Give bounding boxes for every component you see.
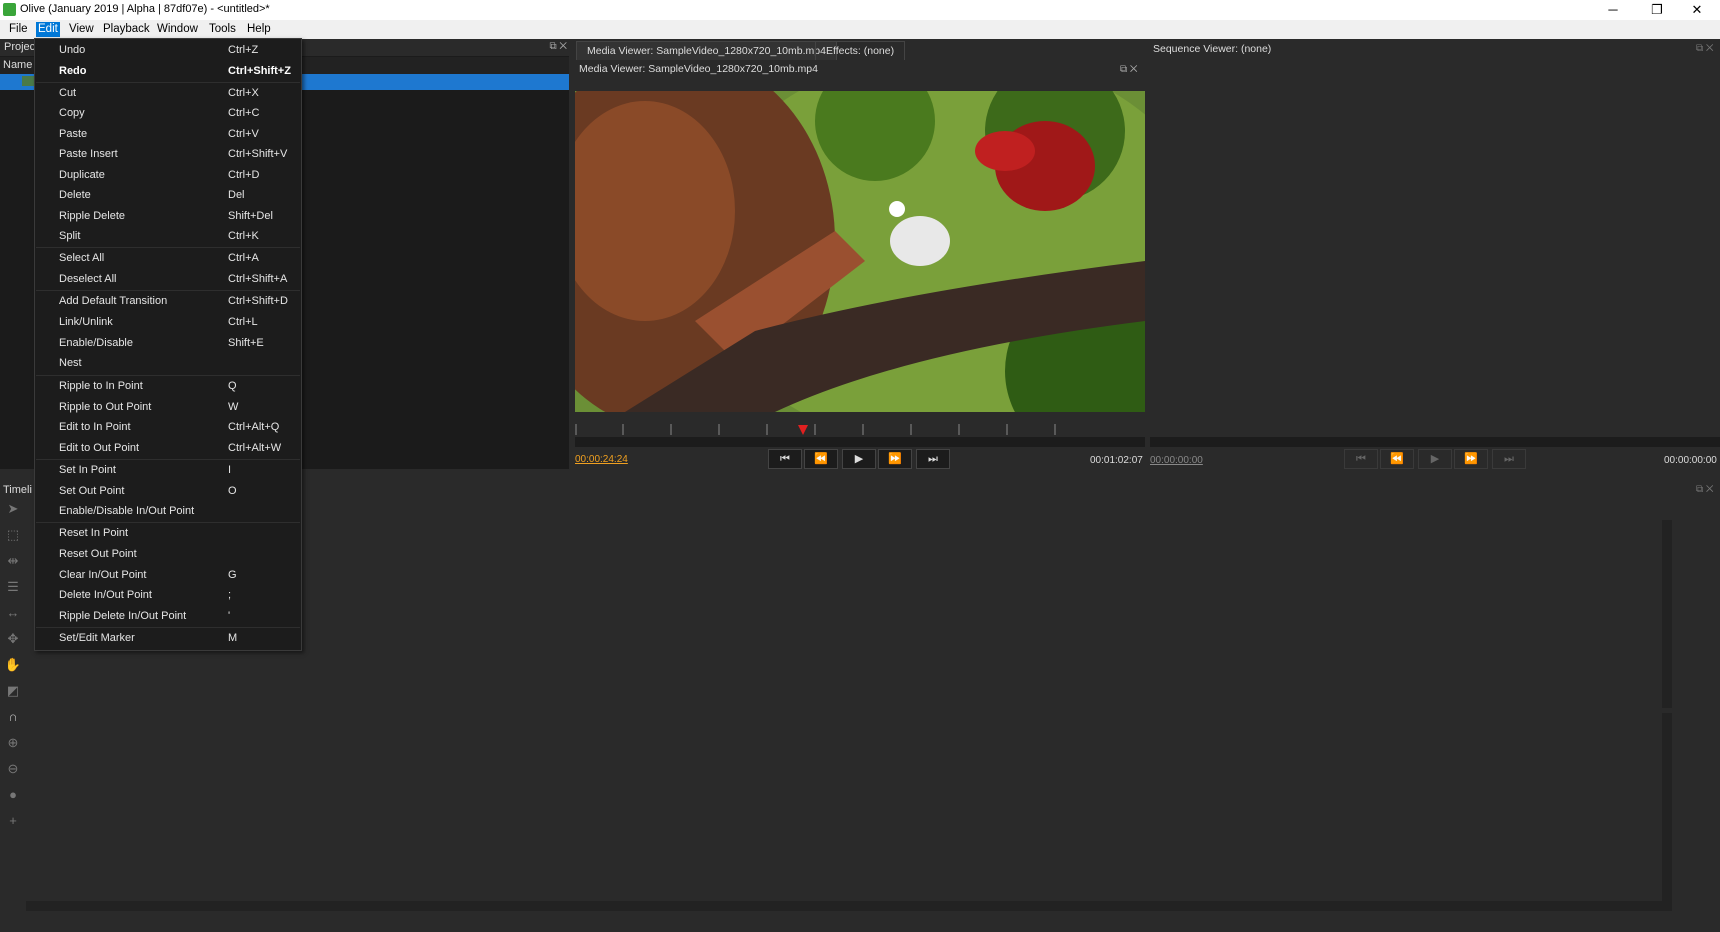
sequence-current-timecode[interactable]: 00:00:00:00 — [1150, 455, 1203, 466]
hand-tool-icon[interactable]: ✋ — [2, 654, 24, 676]
snapping-tool-icon[interactable]: ∩ — [2, 706, 24, 728]
menu-item-split[interactable]: Split Ctrl+K — [35, 226, 301, 246]
select-tool-icon[interactable]: ⬚ — [2, 524, 24, 546]
minimize-button[interactable]: ─ — [1590, 1, 1636, 19]
sequence-horizontal-scrollbar[interactable] — [1150, 437, 1720, 447]
menu-item-redo[interactable]: Redo Ctrl+Shift+Z — [35, 61, 301, 81]
timeline-title: Timeli — [3, 484, 32, 496]
menu-item-edit-to-out-point[interactable]: Edit to Out Point Ctrl+Alt+W — [35, 438, 301, 458]
menu-item-nest[interactable]: Nest — [35, 353, 301, 373]
go-to-end-button[interactable]: ⏭ — [916, 449, 950, 469]
menu-item-ripple-to-out-point[interactable]: Ripple to Out Point W — [35, 397, 301, 417]
menu-item-ripple-to-in-point[interactable]: Ripple to In Point Q — [35, 376, 301, 396]
menu-item-enable-disable-in-out-point[interactable]: Enable/Disable In/Out Point — [35, 501, 301, 521]
menu-item-paste[interactable]: Paste Ctrl+V — [35, 124, 301, 144]
menu-item-delete[interactable]: Delete Del — [35, 185, 301, 205]
menu-item-enable-disable[interactable]: Enable/Disable Shift+E — [35, 333, 301, 353]
video-frame-image — [575, 91, 1145, 412]
menu-view[interactable]: View — [67, 22, 96, 37]
olive-logo-icon — [3, 3, 16, 16]
video-frame — [575, 91, 1145, 412]
seq-fast-forward-button[interactable]: ⏩ — [1454, 449, 1488, 469]
transition-tool-icon[interactable]: ◩ — [2, 680, 24, 702]
menu-item-clear-in-out-point[interactable]: Clear In/Out Point G — [35, 565, 301, 585]
menu-item-reset-out-point[interactable]: Reset Out Point — [35, 544, 301, 564]
sequence-viewer-panel: Sequence Viewer: (none) ⧉ ✕ — [1150, 39, 1720, 476]
go-to-start-button[interactable]: ⏮ — [768, 449, 802, 469]
menu-item-ripple-delete-in-out-point[interactable]: Ripple Delete In/Out Point ' — [35, 606, 301, 626]
edit-menu: Undo Ctrl+Z Redo Ctrl+Shift+Z Cut Ctrl+X Co… — [34, 38, 302, 651]
playhead-marker — [798, 425, 808, 435]
menu-item-ripple-delete[interactable]: Ripple Delete Shift+Del — [35, 206, 301, 226]
panel-float-close-icon[interactable]: ⧉ ✕ — [1696, 43, 1714, 54]
rewind-button[interactable]: ⏪ — [804, 449, 838, 469]
panel-float-close-icon[interactable]: ⧉ ✕ — [1696, 484, 1714, 495]
seq-play-button[interactable]: ▶ — [1418, 449, 1452, 469]
zoom-out-icon[interactable]: ⊖ — [2, 758, 24, 780]
audio-tracks-scrollbar[interactable] — [1662, 713, 1672, 903]
seq-rewind-button[interactable]: ⏪ — [1380, 449, 1414, 469]
sequence-duration-timecode: 00:00:00:00 — [1664, 455, 1717, 466]
video-tracks-scrollbar[interactable] — [1662, 520, 1672, 708]
fast-forward-button[interactable]: ⏩ — [878, 449, 912, 469]
slip-tool-icon[interactable]: ✥ — [2, 628, 24, 650]
menu-item-set-in-point[interactable]: Set In Point I — [35, 460, 301, 480]
menu-help[interactable]: Help — [245, 22, 273, 37]
timeline-scrubber[interactable] — [575, 420, 1145, 436]
tab-media-viewer[interactable]: Media Viewer: SampleVideo_1280x720_10mb.… — [576, 41, 837, 60]
roll-tool-icon[interactable]: ↔ — [2, 602, 24, 624]
menu-item-undo[interactable]: Undo Ctrl+Z — [35, 40, 301, 60]
zoom-in-icon[interactable]: ⊕ — [2, 732, 24, 754]
menu-window[interactable]: Window — [155, 22, 200, 37]
menu-item-delete-in-out-point[interactable]: Delete In/Out Point; — [35, 585, 301, 605]
title-bar: Olive (January 2019 | Alpha | 87df07e) -… — [0, 0, 1720, 20]
menu-item-set-out-point[interactable]: Set Out Point O — [35, 481, 301, 501]
close-button[interactable]: ✕ — [1674, 1, 1720, 19]
menu-playback[interactable]: Playback — [101, 22, 152, 37]
menu-item-set-edit-marker[interactable]: Set/Edit Marker M — [35, 628, 301, 648]
seq-go-to-start-button[interactable]: ⏮ — [1344, 449, 1378, 469]
menu-tools[interactable]: Tools — [207, 22, 238, 37]
menu-item-copy[interactable]: Copy Ctrl+C — [35, 103, 301, 123]
menu-item-reset-in-point[interactable]: Reset In Point — [35, 523, 301, 543]
menu-item-duplicate[interactable]: Duplicate Ctrl+D — [35, 165, 301, 185]
menu-item-deselect-all[interactable]: Deselect All Ctrl+Shift+A — [35, 269, 301, 289]
viewer-horizontal-scrollbar[interactable] — [575, 437, 1145, 447]
menu-item-link-unlink[interactable]: Link/Unlink Ctrl+L — [35, 312, 301, 332]
sequence-viewer-title: Sequence Viewer: (none) — [1153, 43, 1272, 55]
menu-item-cut[interactable]: Cut Ctrl+X — [35, 83, 301, 103]
pointer-tool-icon[interactable]: ➤ — [2, 498, 24, 520]
panel-float-close-icon[interactable]: ⧉ ✕ — [1120, 64, 1138, 75]
menu-file[interactable]: File — [7, 22, 30, 37]
timeline-horizontal-scrollbar[interactable] — [26, 901, 1672, 911]
menu-item-edit-to-in-point[interactable]: Edit to In Point Ctrl+Alt+Q — [35, 417, 301, 437]
current-timecode[interactable]: 00:00:24:24 — [575, 454, 628, 465]
panel-float-close-icon[interactable]: ⧉ ✕ — [549, 41, 567, 52]
add-track-icon[interactable]: + — [2, 810, 24, 832]
menu-bar: File Edit View Playback Window Tools Hel… — [0, 20, 1720, 39]
menu-edit[interactable]: Edit — [36, 22, 60, 37]
menu-item-add-default-transition[interactable]: Add Default Transition Ctrl+Shift+D — [35, 291, 301, 311]
name-column-header[interactable]: Name — [3, 59, 32, 71]
record-icon[interactable]: ● — [2, 784, 24, 806]
duration-timecode: 00:01:02:07 — [1090, 455, 1143, 466]
ripple-tool-icon[interactable]: ☰ — [2, 576, 24, 598]
media-viewer-title: Media Viewer: SampleVideo_1280x720_10mb.… — [579, 63, 818, 75]
seq-go-to-end-button[interactable]: ⏭ — [1492, 449, 1526, 469]
video-thumbnail-icon — [22, 76, 34, 86]
tab-effects[interactable]: Effects: (none) — [815, 41, 906, 60]
scrubber-ticks — [575, 424, 1056, 435]
play-button[interactable]: ▶ — [842, 449, 876, 469]
edit-tool-icon[interactable]: ⇹ — [2, 550, 24, 572]
menu-item-select-all[interactable]: Select All Ctrl+A — [35, 248, 301, 268]
window-title: Olive (January 2019 | Alpha | 87df07e) -… — [20, 3, 270, 15]
menu-item-paste-insert[interactable]: Paste Insert Ctrl+Shift+V — [35, 144, 301, 164]
